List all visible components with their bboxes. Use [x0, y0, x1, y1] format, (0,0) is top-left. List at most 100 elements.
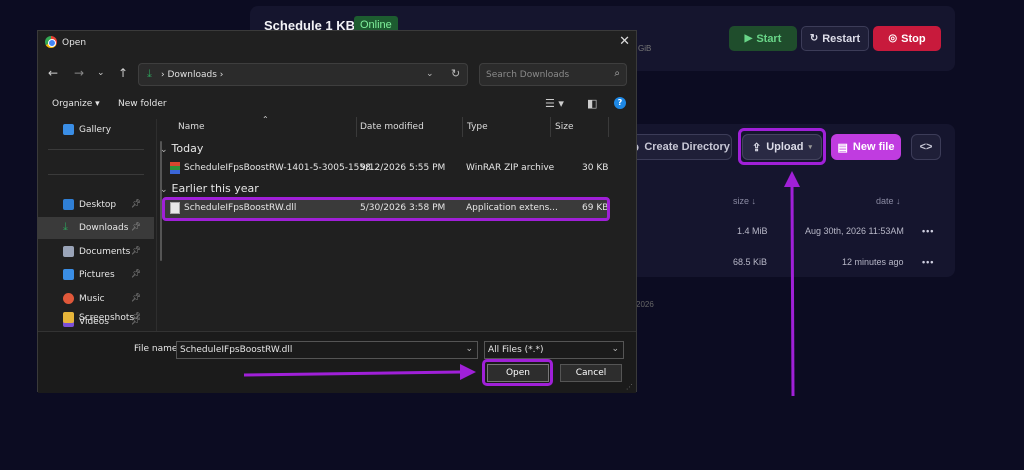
column-header-date[interactable]: Date modified — [360, 122, 424, 132]
chevron-down-icon[interactable]: ⌄ — [426, 69, 434, 79]
start-button[interactable]: ▶ Start — [729, 26, 797, 51]
file-date: 12 minutes ago — [842, 257, 904, 267]
restart-button[interactable]: ↻ Restart — [801, 26, 869, 51]
play-icon: ▶ — [744, 33, 753, 44]
back-arrow-icon[interactable]: ← — [48, 66, 58, 80]
new-file-button[interactable]: ▤ New file — [831, 134, 901, 160]
nav-divider — [48, 149, 144, 150]
group-header-earlier[interactable]: ⌄ Earlier this year — [160, 182, 259, 195]
file-size: 1.4 MiB — [737, 226, 768, 236]
restart-icon: ↻ — [809, 33, 819, 44]
resize-grip-icon[interactable]: ⋰ — [626, 383, 633, 391]
forward-arrow-icon[interactable]: → — [74, 66, 84, 80]
column-header-size[interactable]: Size — [555, 122, 573, 132]
file-type: WinRAR ZIP archive — [466, 163, 555, 173]
collapse-chevron-icon: ⌄ — [160, 145, 168, 155]
file-type-value: All Files (*.*) — [488, 345, 544, 355]
group-label: Earlier this year — [171, 182, 259, 195]
dialog-titlebar: Open ✕ — [38, 31, 636, 55]
row-menu-icon[interactable]: ••• — [922, 257, 934, 267]
nav-item-documents[interactable]: Documents 📌︎ — [38, 241, 154, 263]
row-menu-icon[interactable]: ••• — [922, 226, 934, 236]
group-header-today[interactable]: ⌄ Today — [160, 142, 203, 155]
code-button[interactable]: <> — [911, 134, 941, 160]
file-name-input[interactable]: ScheduleIFpsBoostRW.dll ⌄ — [176, 341, 478, 359]
dialog-footer: File name: ScheduleIFpsBoostRW.dll ⌄ All… — [38, 331, 636, 393]
cancel-button[interactable]: Cancel — [560, 364, 622, 382]
pin-icon: 📌︎ — [131, 269, 142, 278]
nav-item-gallery[interactable]: Gallery — [38, 119, 154, 141]
up-arrow-icon[interactable]: ↑ — [118, 66, 128, 80]
footer-text: 2026 — [636, 300, 654, 309]
refresh-icon[interactable]: ↻ — [451, 67, 460, 80]
stop-label: Stop — [901, 32, 926, 45]
address-path: › Downloads › — [161, 70, 224, 80]
open-button-highlight — [482, 359, 553, 386]
close-icon[interactable]: ✕ — [619, 34, 630, 49]
upload-highlight — [738, 128, 826, 165]
downloads-icon: ⤓ — [63, 220, 68, 233]
nav-item-label: Gallery — [79, 125, 112, 135]
stop-icon: ◎ — [888, 33, 898, 44]
file-size: 68.5 KiB — [733, 257, 768, 267]
column-header-type[interactable]: Type — [467, 122, 488, 132]
column-header-name[interactable]: Name — [178, 122, 205, 132]
column-divider[interactable] — [550, 117, 551, 137]
start-label: Start — [756, 32, 782, 45]
file-row[interactable]: 1.4 MiB Aug 30th, 2026 11:53AM ••• — [620, 217, 950, 245]
create-directory-label: Create Directory — [644, 141, 730, 153]
nav-item-desktop[interactable]: Desktop 📌︎ — [38, 194, 154, 216]
search-box[interactable]: Search Downloads ⌕ — [479, 63, 627, 86]
nav-item-label: Downloads — [79, 223, 129, 233]
pin-icon: 📌︎ — [131, 312, 142, 321]
column-divider[interactable] — [608, 117, 609, 137]
pin-icon: 📌︎ — [131, 246, 142, 255]
navigation-pane: Gallery Desktop 📌︎ ⤓ Downloads 📌︎ Docume… — [38, 119, 156, 331]
preview-pane-icon[interactable]: ◧ — [587, 97, 597, 110]
folder-icon — [63, 312, 74, 323]
recent-locations-chevron-icon[interactable]: ⌄ — [97, 68, 105, 78]
nav-item-label: Screenshots — [79, 313, 135, 323]
date-column-header[interactable]: date ↓ — [876, 196, 901, 206]
organize-button[interactable]: Organize ▾ — [52, 99, 100, 109]
create-directory-button[interactable]: ⊕ Create Directory — [628, 134, 732, 160]
view-options-icon[interactable]: ☰ ▾ — [545, 97, 564, 110]
dialog-title: Open — [62, 38, 87, 48]
column-divider[interactable] — [462, 117, 463, 137]
file-name-label: File name: — [134, 344, 181, 354]
column-divider[interactable] — [356, 117, 357, 137]
file-row[interactable]: 68.5 KiB 12 minutes ago ••• — [620, 248, 950, 276]
file-date: 9/12/2026 5:55 PM — [360, 163, 446, 173]
downloads-icon: ⤓ — [147, 67, 152, 80]
file-name: ScheduleIFpsBoostRW-1401-5-3005-1558... — [184, 163, 380, 173]
file-icon: ▤ — [837, 141, 848, 154]
nav-divider — [48, 174, 144, 175]
nav-item-pictures[interactable]: Pictures 📌︎ — [38, 264, 154, 286]
help-icon[interactable]: ? — [614, 97, 626, 109]
new-file-label: New file — [852, 141, 895, 153]
nav-item-label: Documents — [79, 247, 131, 257]
zip-archive-icon — [170, 162, 180, 174]
music-icon — [63, 293, 74, 304]
chevron-down-icon[interactable]: ⌄ — [465, 344, 473, 354]
sort-chevron-icon: ⌃ — [262, 115, 269, 124]
gallery-icon — [63, 124, 74, 135]
search-placeholder: Search Downloads — [486, 70, 570, 80]
search-icon: ⌕ — [614, 68, 620, 79]
file-type-select[interactable]: All Files (*.*) ⌄ — [484, 341, 624, 359]
address-bar[interactable]: ⤓ › Downloads › ⌄ ↻ — [138, 63, 468, 86]
pictures-icon — [63, 269, 74, 280]
nav-item-downloads[interactable]: ⤓ Downloads 📌︎ — [38, 217, 154, 239]
size-column-header[interactable]: size ↓ — [733, 196, 756, 206]
pane-divider — [156, 119, 157, 331]
new-folder-button[interactable]: New folder — [118, 99, 167, 109]
documents-icon — [63, 246, 74, 257]
memory-text: GiB — [638, 44, 652, 53]
file-size: 30 KB — [582, 163, 609, 173]
nav-item-screenshots[interactable]: Screenshots 📌︎ — [38, 307, 154, 329]
stop-button[interactable]: ◎ Stop — [873, 26, 941, 51]
code-icon: <> — [919, 141, 933, 153]
pin-icon: 📌︎ — [131, 293, 142, 302]
file-row-zip[interactable]: ScheduleIFpsBoostRW-1401-5-3005-1558... … — [164, 159, 608, 179]
chrome-icon — [45, 36, 57, 48]
